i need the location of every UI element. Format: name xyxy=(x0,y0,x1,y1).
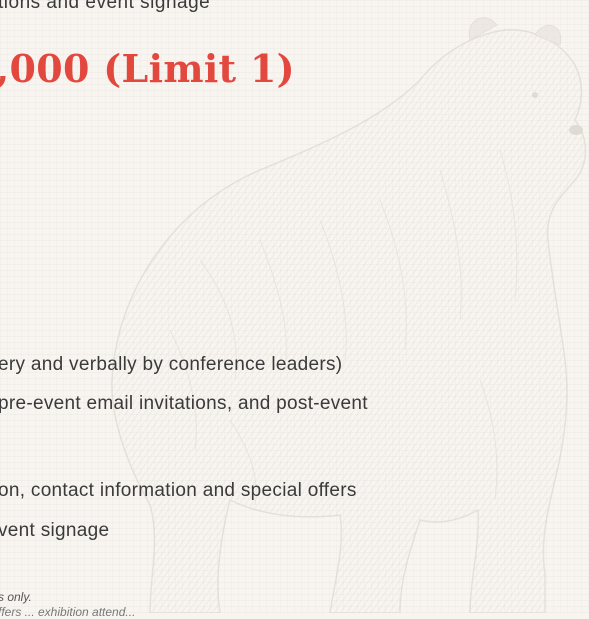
footnote: s only. xyxy=(0,590,32,604)
footnote: ffers ... exhibition attend... xyxy=(0,605,136,619)
benefit-item: vent signage xyxy=(0,520,110,541)
previous-benefit-text: tions and event signage xyxy=(0,0,211,13)
sponsorship-content: tions and event signage ,000 (Limit 1) e… xyxy=(0,0,589,619)
sponsor-tier-price-heading: ,000 (Limit 1) xyxy=(0,46,295,91)
benefit-item: pre-event email invitations, and post-ev… xyxy=(0,393,368,414)
benefit-item: on, contact information and special offe… xyxy=(0,480,357,501)
benefit-item: ery and verbally by conference leaders) xyxy=(0,354,343,375)
